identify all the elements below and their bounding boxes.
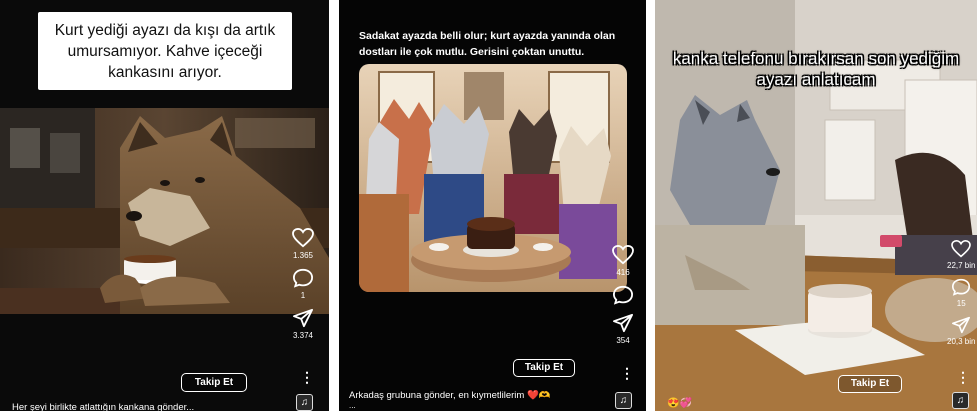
reel-action-bar: 22,7 bin 15 20,3 bin — [947, 240, 975, 354]
more-dots-icon[interactable]: ⋮ — [300, 370, 314, 384]
share-count: 3.374 — [292, 331, 314, 340]
music-note-icon[interactable]: ♫ — [952, 392, 969, 409]
follow-button[interactable]: Takip Et — [838, 375, 902, 393]
like-button[interactable]: 416 — [612, 245, 634, 277]
share-button[interactable]: 3.374 — [292, 308, 314, 340]
follow-button[interactable]: Takip Et — [513, 359, 575, 377]
reel-bottom-caption: Arkadaş grubuna gönder, en kıymetlilerim… — [349, 390, 551, 401]
share-button[interactable]: 20,3 bin — [947, 316, 975, 346]
music-note-icon[interactable]: ♫ — [296, 394, 313, 411]
heart-icon — [292, 228, 314, 248]
reel-action-bar: 416 354 — [612, 245, 634, 353]
share-count: 20,3 bin — [947, 337, 976, 346]
like-button[interactable]: 22,7 bin — [947, 240, 975, 270]
heart-icon — [612, 245, 634, 265]
paper-plane-icon — [292, 308, 313, 328]
reel-panel-1: Kurt yediği ayazı da kışı da artık umurs… — [0, 0, 329, 411]
music-note-icon[interactable]: ♫ — [615, 392, 632, 409]
comment-bubble-icon — [612, 285, 634, 305]
reel-panel-3: kanka telefonu bırakırsan son yediğim ay… — [655, 0, 977, 411]
heart-icon — [951, 240, 972, 258]
share-button[interactable]: 354 — [612, 313, 634, 345]
wolves-tea-party-image — [359, 64, 627, 292]
wolf-coffee-image — [0, 108, 329, 314]
comment-button[interactable]: 1 — [292, 268, 314, 300]
follow-button[interactable]: Takip Et — [181, 373, 247, 392]
reel-bottom-emojis: 😍💞 — [667, 398, 692, 409]
like-button[interactable]: 1.365 — [292, 228, 314, 260]
reel-caption-text: Sadakat ayazda belli olur; kurt ayazda y… — [359, 30, 616, 58]
reel-caption-text: Kurt yediği ayazı da kışı da artık umurs… — [54, 21, 276, 81]
share-count: 354 — [616, 336, 630, 345]
paper-plane-icon — [952, 316, 971, 334]
paper-plane-icon — [613, 313, 633, 333]
like-count: 416 — [616, 268, 630, 277]
reel-bottom-caption: Her şeyi birlikte atlattığın kankana gön… — [12, 402, 195, 411]
like-count: 1.365 — [292, 251, 314, 260]
more-dots-icon[interactable]: ⋮ — [620, 366, 634, 380]
reel-panel-2: Sadakat ayazda belli olur; kurt ayazda y… — [339, 0, 646, 411]
comment-button[interactable]: 15 — [951, 278, 971, 308]
comment-count: 15 — [956, 299, 966, 308]
comment-button[interactable] — [612, 285, 634, 305]
comment-bubble-icon — [292, 268, 314, 288]
reel-caption-box: Kurt yediği ayazı da kışı da artık umurs… — [38, 12, 292, 90]
caption-more-link[interactable]: ... — [349, 401, 356, 410]
comment-bubble-icon — [952, 278, 971, 296]
reel-action-bar: 1.365 1 3.374 — [292, 228, 314, 348]
like-count: 22,7 bin — [947, 261, 976, 270]
reel-overlay-text: kanka telefonu bırakırsan son yediğim ay… — [672, 49, 960, 89]
more-dots-icon[interactable]: ⋮ — [956, 370, 970, 384]
comment-count: 1 — [300, 291, 306, 300]
